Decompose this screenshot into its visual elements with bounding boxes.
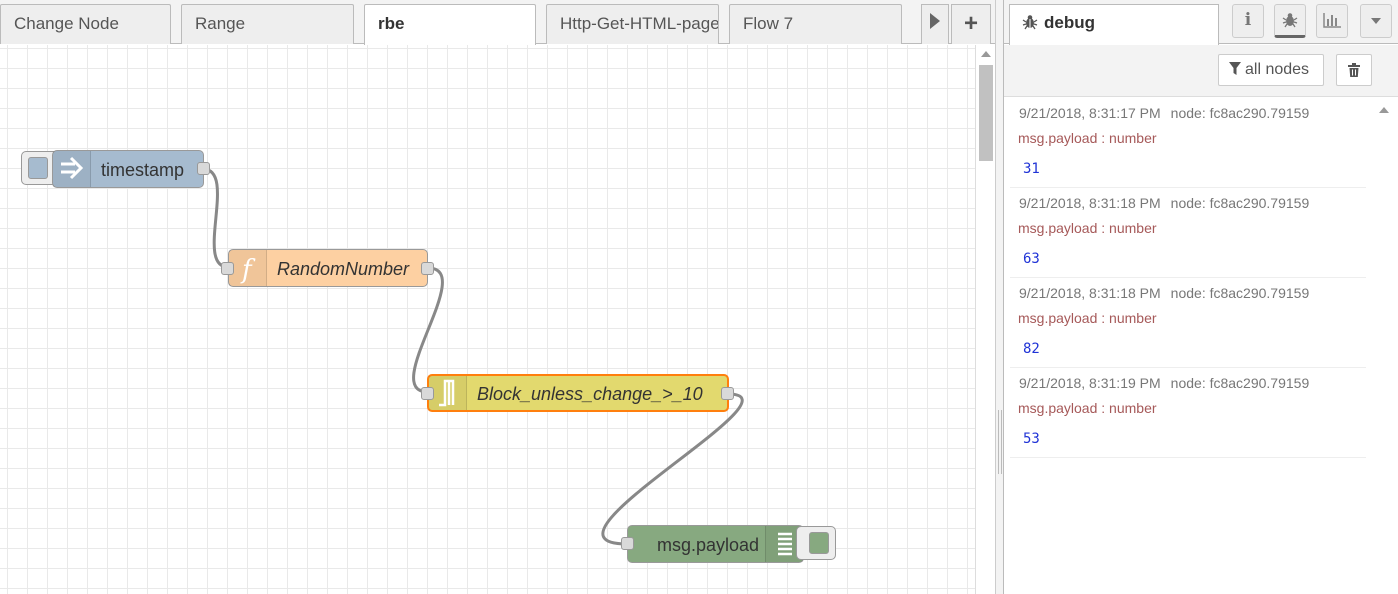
rbe-node-block-unless-change[interactable]: Block_unless_change_>_10 (427, 374, 729, 412)
add-flow-tab-button[interactable]: + (951, 4, 991, 44)
splitter-grip (998, 410, 1002, 474)
debug-tab-button[interactable] (1274, 4, 1306, 38)
sidebar: debug i all nodes 9/21/2018, 8:31:17 PM … (1004, 0, 1398, 594)
debug-message[interactable]: 9/21/2018, 8:31:18 PM node: fc8ac290.7915… (1010, 278, 1366, 368)
message-property-type: msg.payload : number (1018, 400, 1157, 416)
dashboard-tab-button[interactable] (1316, 4, 1348, 38)
tab-label: Http-Get-HTML-page (560, 14, 719, 33)
scroll-up-icon (1379, 107, 1389, 113)
bar-chart-icon (1323, 13, 1341, 31)
debug-message[interactable]: 9/21/2018, 8:31:17 PM node: fc8ac290.7915… (1010, 98, 1366, 188)
wire (202, 167, 229, 269)
message-meta: 9/21/2018, 8:31:17 PM node: fc8ac290.7915… (1019, 105, 1309, 121)
message-meta: 9/21/2018, 8:31:18 PM node: fc8ac290.7915… (1019, 195, 1309, 211)
tab-http-get-html-page[interactable]: Http-Get-HTML-page (546, 4, 719, 44)
message-value: 53 (1023, 431, 1040, 447)
wire (601, 392, 744, 546)
message-node-id[interactable]: node: fc8ac290.79159 (1171, 375, 1310, 391)
scroll-up-icon (981, 51, 991, 57)
caret-down-icon (1371, 18, 1381, 24)
rbe-icon (429, 376, 467, 410)
info-tab-button[interactable]: i (1232, 4, 1264, 38)
message-timestamp: 9/21/2018, 8:31:17 PM (1019, 105, 1161, 121)
message-value: 82 (1023, 341, 1040, 357)
sidebar-tab-debug[interactable]: debug (1009, 4, 1219, 45)
filter-label: all nodes (1245, 61, 1310, 78)
tab-range[interactable]: Range (181, 4, 354, 44)
message-value: 31 (1023, 161, 1040, 177)
message-timestamp: 9/21/2018, 8:31:18 PM (1019, 195, 1161, 211)
sidebar-tab-bar: debug i (1004, 0, 1398, 45)
sidebar-splitter[interactable] (995, 0, 1004, 594)
message-property-type: msg.payload : number (1018, 310, 1157, 326)
tab-label: Flow 7 (743, 14, 794, 33)
node-label: RandomNumber (277, 259, 410, 279)
scrollbar-thumb[interactable] (979, 65, 993, 161)
tab-label: Range (195, 14, 246, 33)
message-node-id[interactable]: node: fc8ac290.79159 (1171, 285, 1310, 301)
workspace: Change Node Range rbe Http-Get-HTML-page… (0, 0, 995, 594)
tab-change-node[interactable]: Change Node (0, 4, 171, 44)
message-meta: 9/21/2018, 8:31:19 PM node: fc8ac290.7915… (1019, 375, 1309, 391)
trash-icon (1348, 63, 1360, 80)
tab-label: Change Node (14, 14, 119, 33)
debug-message[interactable]: 9/21/2018, 8:31:19 PM node: fc8ac290.7915… (1010, 368, 1366, 458)
input-port[interactable] (421, 387, 434, 400)
info-icon: i (1244, 10, 1252, 30)
message-value: 63 (1023, 251, 1040, 267)
node-label: timestamp (101, 160, 185, 180)
input-port[interactable] (221, 262, 234, 275)
bug-icon (1282, 12, 1298, 31)
debug-node-msg-payload[interactable]: msg.payload (627, 525, 804, 563)
function-node-randomnumber[interactable]: f RandomNumber (228, 249, 428, 287)
node-label: Block_unless_change_>_10 (477, 384, 703, 404)
wires-layer (202, 167, 744, 546)
output-port[interactable] (197, 162, 210, 175)
filter-icon (1229, 62, 1241, 80)
workspace-tab-bar: Change Node Range rbe Http-Get-HTML-page… (0, 0, 995, 45)
bug-icon (1022, 14, 1038, 35)
sidebar-tab-label: debug (1044, 13, 1095, 32)
output-port[interactable] (721, 387, 734, 400)
message-node-id[interactable]: node: fc8ac290.79159 (1171, 195, 1310, 211)
debug-scrollbar[interactable] (1370, 98, 1398, 594)
debug-toggle-swatch (809, 532, 829, 554)
caret-right-icon (930, 13, 940, 29)
inject-arrow-icon (53, 151, 91, 187)
svg-text:f: f (240, 255, 256, 285)
tab-rbe[interactable]: rbe (364, 4, 536, 45)
debug-message-list: 9/21/2018, 8:31:17 PM node: fc8ac290.7915… (1010, 98, 1366, 458)
flow-canvas[interactable]: timestamp f RandomNumber Block_unless_ch… (0, 45, 975, 594)
tab-label: rbe (378, 14, 405, 33)
input-port[interactable] (621, 537, 634, 550)
output-port[interactable] (421, 262, 434, 275)
message-meta: 9/21/2018, 8:31:18 PM node: fc8ac290.7915… (1019, 285, 1309, 301)
debug-toolbar: all nodes (1004, 45, 1398, 97)
debug-message[interactable]: 9/21/2018, 8:31:18 PM node: fc8ac290.7915… (1010, 188, 1366, 278)
filter-nodes-button[interactable]: all nodes (1218, 54, 1324, 86)
clear-messages-button[interactable] (1336, 54, 1372, 86)
sidebar-menu-button[interactable] (1360, 4, 1392, 38)
canvas-vertical-scrollbar[interactable] (975, 45, 995, 594)
tab-flow-7[interactable]: Flow 7 (729, 4, 902, 44)
message-timestamp: 9/21/2018, 8:31:19 PM (1019, 375, 1161, 391)
debug-toggle-button[interactable] (796, 526, 836, 560)
message-property-type: msg.payload : number (1018, 220, 1157, 236)
inject-button-swatch (28, 157, 48, 179)
function-icon: f (229, 250, 267, 286)
inject-node-timestamp[interactable]: timestamp (52, 150, 204, 188)
tab-scroll-right-button[interactable] (921, 4, 949, 44)
node-label: msg.payload (657, 535, 760, 555)
message-timestamp: 9/21/2018, 8:31:18 PM (1019, 285, 1161, 301)
message-node-id[interactable]: node: fc8ac290.79159 (1171, 105, 1310, 121)
message-property-type: msg.payload : number (1018, 130, 1157, 146)
